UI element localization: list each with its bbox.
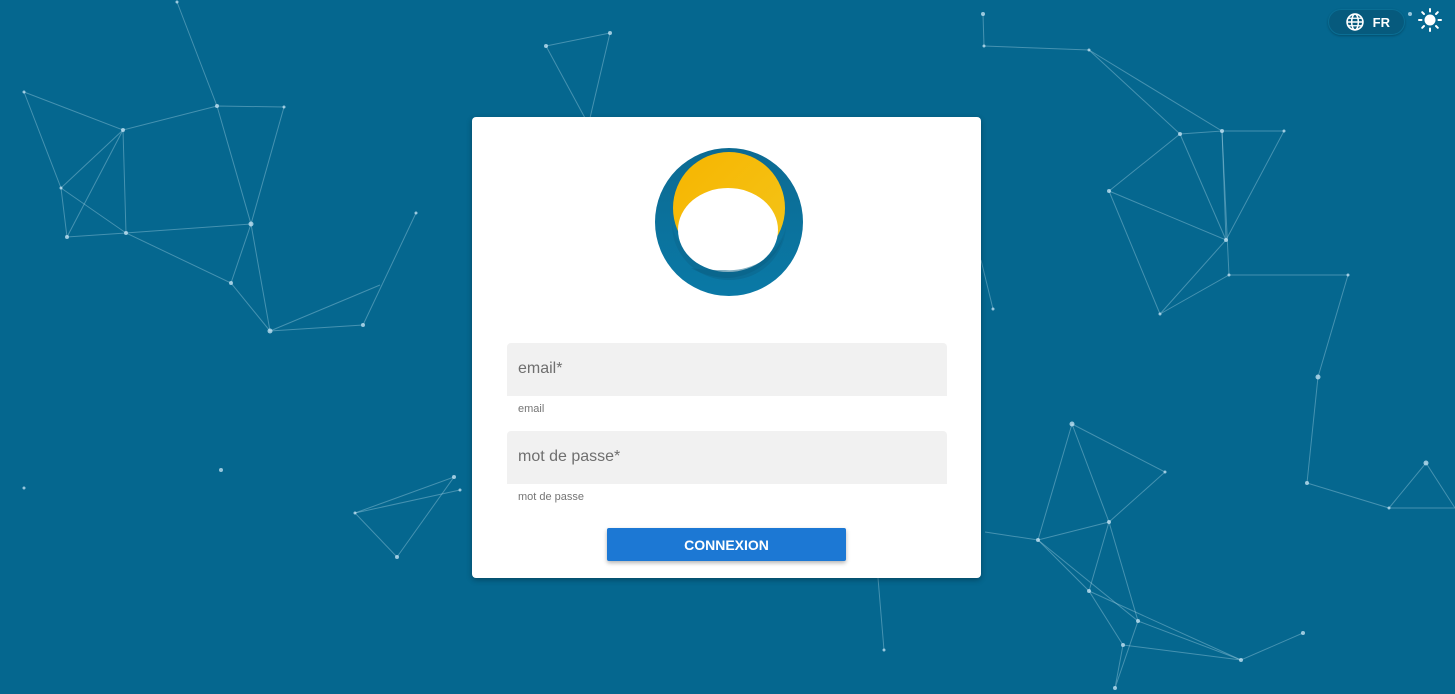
language-selector-button[interactable]: FR [1327,9,1405,35]
email-input[interactable] [507,343,947,395]
email-field: email [507,343,947,415]
brand-logo [655,148,803,296]
password-input-box [507,431,947,484]
email-hint: email [518,403,545,415]
email-input-box [507,343,947,396]
sun-icon [1418,7,1442,37]
top-controls: FR [1327,7,1443,37]
theme-toggle-button[interactable] [1417,7,1443,37]
globe-icon [1345,12,1365,32]
password-hint: mot de passe [518,491,585,503]
language-label: FR [1372,14,1390,30]
login-card: email mot de passe CONNEXION [472,117,981,578]
password-input[interactable] [507,431,947,483]
password-field: mot de passe [507,431,947,503]
login-button[interactable]: CONNEXION [607,528,846,561]
